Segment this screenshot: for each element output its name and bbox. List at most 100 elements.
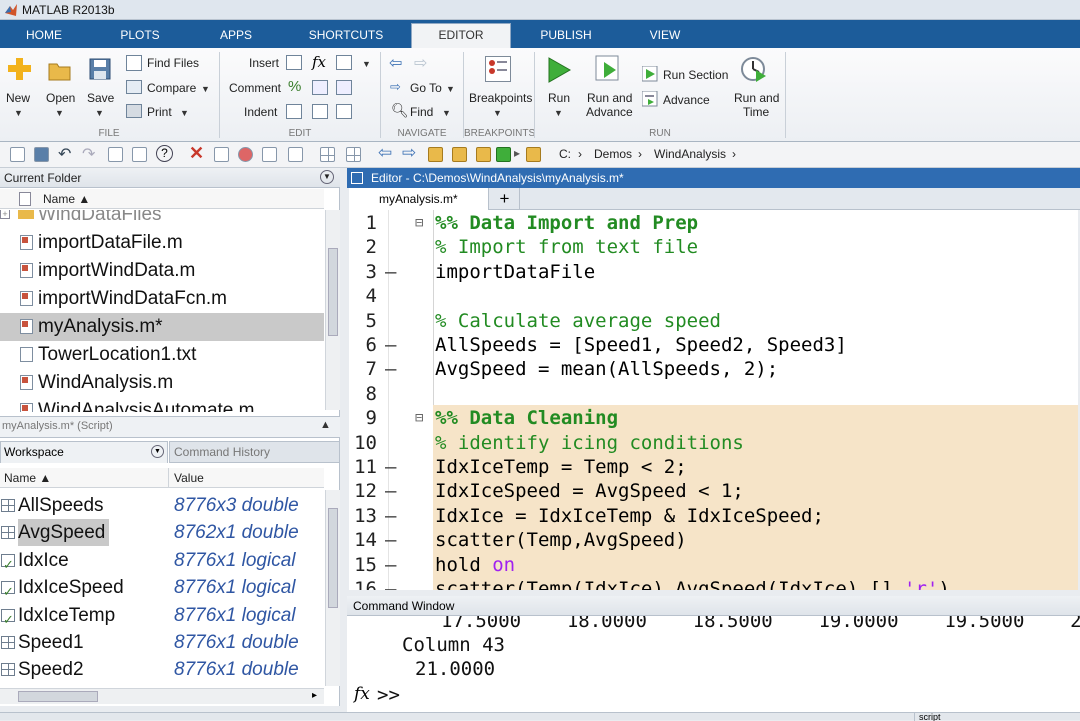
tab-home[interactable]: HOME [0, 24, 88, 48]
new-tab-button[interactable]: + [490, 188, 520, 210]
chevron-down-icon[interactable]: ▼ [55, 108, 64, 118]
command-window[interactable]: 17.5000 18.0000 18.5000 19.0000 19.5000 … [347, 616, 1080, 714]
scrollbar-thumb[interactable] [328, 248, 338, 336]
code-line[interactable]: 11– IdxIceTemp = Temp < 2; [349, 455, 1078, 480]
code-line[interactable]: 7– AvgSpeed = mean(AllSpeeds, 2); [349, 357, 1078, 382]
split-icon[interactable] [346, 147, 361, 162]
list-item[interactable]: importWindDataFcn.m [18, 285, 324, 313]
tab-command-history[interactable]: Command History [169, 441, 340, 463]
scrollbar-thumb[interactable] [18, 691, 98, 702]
list-item-selected[interactable]: myAnalysis.m* [0, 313, 324, 341]
code-line[interactable]: 8 [349, 382, 1078, 407]
chevron-down-icon[interactable]: ▼ [201, 84, 210, 94]
column-value[interactable]: Value [174, 468, 204, 488]
vertical-scrollbar[interactable] [325, 490, 340, 686]
tab-editor[interactable]: EDITOR [411, 23, 511, 48]
code-line[interactable]: 6– AllSpeeds = [Speed1, Speed2, Speed3] [349, 333, 1078, 358]
variable-row[interactable]: AllSpeeds 8776x3 double [0, 492, 324, 519]
code-line[interactable]: 9 ⊟ %% Data Cleaning [349, 406, 1078, 431]
chevron-up-icon[interactable]: ▲ [320, 419, 331, 431]
save-icon[interactable] [34, 147, 49, 162]
code-line[interactable]: 4 [349, 284, 1078, 309]
code-line[interactable]: 16– scatter(Temp(IdxIce),AvgSpeed(IdxIce)… [349, 577, 1078, 590]
breakpoint-marker[interactable]: – [385, 528, 396, 553]
code-line[interactable]: 13– IdxIce = IdxIceTemp & IdxIceSpeed; [349, 504, 1078, 529]
comment-percent-icon[interactable]: % [288, 78, 301, 95]
up-folder-icon[interactable] [428, 147, 443, 162]
redo-icon[interactable]: ↷ [82, 144, 95, 164]
variable-row[interactable]: Speed2 8776x1 double [0, 656, 324, 683]
chevron-down-icon[interactable]: ▼ [442, 108, 451, 118]
breakpoints-button[interactable]: Breakpoints [469, 91, 532, 105]
code-line[interactable]: 2 % Import from text file [349, 235, 1078, 260]
list-item[interactable]: WindAnalysisAutomate.m [18, 397, 324, 412]
indent-button[interactable]: Indent [244, 105, 277, 119]
run-and-time-label-2[interactable]: Time [743, 105, 769, 119]
new-script-icon[interactable] [10, 147, 25, 162]
code-line[interactable]: 10 % identify icing conditions [349, 431, 1078, 456]
chevron-right-icon[interactable]: ▸ [312, 690, 317, 701]
back-arrow-icon[interactable]: ⇦ [389, 53, 402, 73]
chevron-down-icon[interactable]: ▼ [554, 108, 563, 118]
folder-icon[interactable] [476, 147, 491, 162]
decrease-indent-icon[interactable] [336, 104, 352, 119]
forward-arrow-icon[interactable]: ⇨ [414, 53, 427, 73]
column-name[interactable]: Name ▲ [4, 468, 51, 488]
command-prompt[interactable]: >> [377, 684, 400, 706]
breakpoint-marker[interactable]: – [385, 553, 396, 578]
insert-button[interactable]: Insert [249, 56, 279, 70]
run-play-icon[interactable] [546, 56, 572, 84]
chevron-down-icon[interactable]: ▼ [14, 108, 23, 118]
run-and-advance-label-1[interactable]: Run and [587, 91, 632, 105]
breakpoint-marker[interactable]: – [385, 455, 396, 480]
chevron-down-icon[interactable]: ▼ [493, 108, 502, 118]
open-button[interactable] [47, 58, 73, 82]
help-icon[interactable]: ? [156, 145, 173, 162]
list-item[interactable]: importWindData.m [18, 257, 324, 285]
variable-row[interactable]: IdxIce 8776x1 logical [0, 547, 324, 578]
code-line[interactable]: 14– scatter(Temp,AvgSpeed) [349, 528, 1078, 553]
tab-publish[interactable]: PUBLISH [516, 24, 616, 48]
compare-button[interactable]: Compare [147, 81, 196, 95]
uncomment-icon[interactable] [312, 80, 328, 95]
list-item[interactable]: importDataFile.m [18, 229, 324, 257]
run-and-advance-label-2[interactable]: Advance [586, 105, 633, 119]
address-drive[interactable]: C: [559, 147, 571, 161]
breakpoint-marker[interactable]: – [385, 260, 396, 285]
chevron-down-icon[interactable]: ▼ [180, 108, 189, 118]
address-folder-demos[interactable]: Demos [594, 147, 632, 161]
print-icon[interactable] [108, 147, 123, 162]
tab-apps[interactable]: APPS [192, 24, 280, 48]
tile-icon[interactable] [320, 147, 335, 162]
find-button[interactable]: Find [410, 105, 433, 119]
fold-toggle-icon[interactable]: ⊟ [415, 211, 423, 236]
run-section-button[interactable]: Run Section [663, 68, 728, 82]
breakpoint-marker[interactable]: – [385, 577, 396, 590]
tab-shortcuts[interactable]: SHORTCUTS [284, 24, 408, 48]
tab-view[interactable]: VIEW [620, 24, 710, 48]
find-icon[interactable] [132, 147, 147, 162]
list-item[interactable]: + WindDataFiles [0, 210, 162, 229]
variable-row[interactable]: Speed1 8776x1 double [0, 629, 324, 656]
breakpoint-marker[interactable]: – [385, 357, 396, 382]
run-and-advance-icon[interactable] [594, 54, 622, 84]
chevron-down-icon[interactable]: ▼ [362, 59, 371, 69]
record-icon[interactable] [238, 147, 253, 162]
breakpoint-marker[interactable]: – [385, 504, 396, 529]
chevron-down-icon[interactable]: ▼ [95, 108, 104, 118]
comment-button[interactable]: Comment [229, 81, 281, 95]
back-arrow-icon[interactable]: ⇦ [378, 143, 392, 163]
tab-plots[interactable]: PLOTS [92, 24, 188, 48]
run-and-time-label-1[interactable]: Run and [734, 91, 779, 105]
chevron-down-icon[interactable]: ▼ [446, 84, 455, 94]
new-button[interactable] [6, 56, 32, 82]
address-folder-windanalysis[interactable]: WindAnalysis [654, 147, 726, 161]
column-name[interactable]: Name ▲ [43, 189, 90, 209]
advance-button[interactable]: Advance [663, 93, 710, 107]
fx-button[interactable]: fx [312, 53, 326, 71]
increase-indent-icon[interactable] [312, 104, 328, 119]
fold-toggle-icon[interactable]: ⊟ [415, 406, 423, 431]
run-button[interactable]: Run [548, 91, 570, 105]
run-and-time-icon[interactable] [740, 54, 768, 84]
close-icon[interactable]: ✕ [189, 143, 204, 164]
